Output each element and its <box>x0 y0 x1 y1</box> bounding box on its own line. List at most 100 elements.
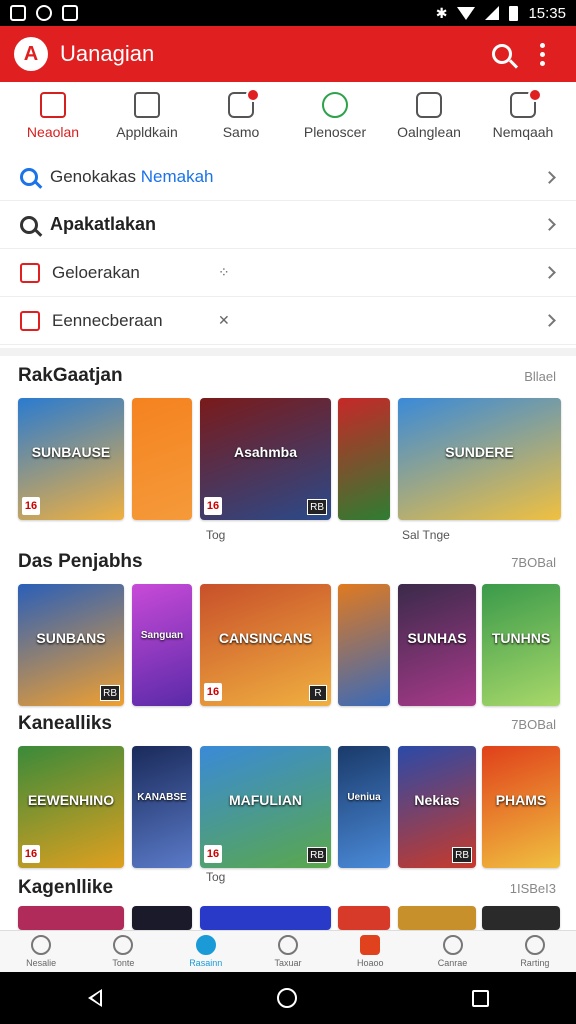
menu-row-3[interactable]: Eennecberaan ✕ <box>0 297 576 345</box>
section-header: Das Penjabhs 7BOBal <box>0 542 576 582</box>
bottom-nav-label: Rasainn <box>189 958 223 968</box>
see-all-link[interactable]: 7BOBal <box>511 555 556 570</box>
search-icon <box>113 935 134 955</box>
menu-row-mark: ⁘ <box>218 264 230 280</box>
game-tile[interactable]: SUNBANS RB <box>18 584 124 706</box>
game-tile[interactable]: CANSINCANS 16 R <box>200 584 331 706</box>
menu-row-label: Eennecberaan <box>52 310 163 330</box>
home-icon <box>31 935 52 955</box>
game-tile[interactable]: TUNHNS <box>482 584 560 706</box>
edit-icon <box>195 935 216 955</box>
tile-title: MAFULIAN <box>228 792 303 808</box>
age-rating-badge: 16 <box>204 845 222 863</box>
rating-tag: RB <box>452 847 472 863</box>
game-tile[interactable] <box>338 398 390 520</box>
tile-title: CANSINCANS <box>218 630 313 646</box>
bottom-nav-item-4[interactable]: Hoaoo <box>335 935 405 968</box>
game-tile[interactable]: SUNDERE <box>398 398 561 520</box>
game-tile[interactable]: SUNHAS <box>398 584 476 706</box>
app-logo-glyph: A <box>23 42 39 65</box>
see-all-link[interactable]: Bllael <box>524 369 556 384</box>
section-2: Kanealliks 7BOBal EEWENHINO 16 KANABSE MAFU… <box>0 704 576 884</box>
section-title: Kagenllike <box>18 877 114 898</box>
game-tile[interactable]: Sanguan <box>132 584 192 706</box>
game-tile[interactable] <box>132 906 192 930</box>
search-button[interactable] <box>482 34 522 74</box>
section-1: Das Penjabhs 7BOBal SUNBANS RB Sanguan CANS… <box>0 542 576 710</box>
bluetooth-icon: ✱ <box>435 4 448 21</box>
search-icon <box>20 215 38 234</box>
see-all-link[interactable]: 1ISBeI3 <box>510 881 556 896</box>
game-tile[interactable]: Nekias RB <box>398 746 476 868</box>
game-tile[interactable]: EEWENHINO 16 <box>18 746 124 868</box>
recent-apps-icon[interactable] <box>471 989 489 1007</box>
bottom-nav-item-1[interactable]: Tonte <box>88 935 158 968</box>
home-icon <box>40 92 66 118</box>
app-title: Uanagian <box>60 41 155 66</box>
game-tile[interactable] <box>338 906 390 930</box>
section-header: RakGaatjan Bllael <box>0 356 576 396</box>
rating-tag: RB <box>100 685 120 701</box>
see-all-link[interactable]: 7BOBal <box>511 717 556 732</box>
menu-row-1[interactable]: Apakatlakan <box>0 201 576 249</box>
section-title: Das Penjabhs <box>18 551 143 572</box>
game-tile[interactable] <box>18 906 124 930</box>
section-header: Kanealliks 7BOBal <box>0 704 576 744</box>
store-icon <box>360 935 381 955</box>
game-tile[interactable] <box>132 398 192 520</box>
tab-category-0[interactable]: Neaolan <box>10 92 96 156</box>
bottom-nav-item-6[interactable]: Rarting <box>500 935 570 968</box>
tab-label: Nemqaah <box>492 124 554 140</box>
bottom-nav-item-5[interactable]: Canrae <box>418 935 488 968</box>
bottom-nav-label: Rarting <box>520 958 550 968</box>
game-tile[interactable]: MAFULIAN 16 RB <box>200 746 331 868</box>
game-tile[interactable] <box>338 584 390 706</box>
bottom-nav-item-3[interactable]: Taxuar <box>253 935 323 968</box>
game-tile[interactable]: SUNBAUSE 16 <box>18 398 124 520</box>
home-button-icon[interactable] <box>276 988 297 1008</box>
more-vert-icon <box>539 42 545 66</box>
bottom-nav-item-0[interactable]: Nesalie <box>6 935 76 968</box>
game-tile[interactable]: PHAMS <box>482 746 560 868</box>
menu-row-label: Genokakas Nemakah <box>50 167 214 186</box>
section-title: Kanealliks <box>18 713 112 734</box>
battery-icon <box>509 5 519 21</box>
game-tile[interactable] <box>482 906 560 930</box>
menu-row-label: Geloerakan <box>52 262 140 282</box>
age-rating-badge: 16 <box>204 683 222 701</box>
app-icon <box>20 310 40 331</box>
system-nav-bar <box>0 972 576 1024</box>
overflow-menu-button[interactable] <box>522 34 562 74</box>
bottom-nav-label: Tonte <box>112 958 135 968</box>
chevron-right-icon <box>543 266 556 279</box>
tile-title: Nekias <box>414 792 460 808</box>
tile-row: SUNBAUSE 16 Asahmba 16 RB SUNDERE <box>0 396 576 524</box>
app-bar: A Uanagian <box>0 26 576 82</box>
bottom-nav-label: Nesalie <box>26 958 57 968</box>
tile-title: Asahmba <box>233 444 298 460</box>
bottom-nav-item-2[interactable]: Rasainn <box>171 935 241 968</box>
chevron-right-icon <box>543 314 556 327</box>
app-screen: ✱ 15:35 A Uanagian Neaolan Appldkain Sam… <box>0 0 576 1024</box>
game-tile[interactable]: Asahmba 16 RB <box>200 398 331 520</box>
game-tile[interactable] <box>200 906 331 930</box>
settings-icon <box>524 935 545 955</box>
tab-category-1[interactable]: Appldkain <box>104 92 190 156</box>
tab-category-5[interactable]: Nemqaah <box>480 88 566 156</box>
menu-row-2[interactable]: Geloerakan ⁘ <box>0 249 576 297</box>
game-tile[interactable]: KANABSE <box>132 746 192 868</box>
tile-caption: Tog <box>206 528 226 542</box>
rating-tag: RB <box>307 847 327 863</box>
notification-badge <box>528 88 542 102</box>
tab-category-3[interactable]: Plenoscer <box>292 92 378 156</box>
game-tile[interactable] <box>398 906 476 930</box>
menu-row-label: Apakatlakan <box>50 214 157 234</box>
app-icon <box>20 262 40 283</box>
tile-row: SUNBANS RB Sanguan CANSINCANS 16 R SUNHAS TUNHN… <box>0 582 576 710</box>
game-tile[interactable]: Ueniua <box>338 746 390 868</box>
menu-row-0[interactable]: Genokakas Nemakah <box>0 154 576 201</box>
back-icon[interactable] <box>87 989 102 1007</box>
status-bar: ✱ 15:35 <box>0 0 576 26</box>
tab-category-4[interactable]: Oalnglean <box>386 92 472 156</box>
tab-category-2[interactable]: Samo <box>198 88 284 156</box>
